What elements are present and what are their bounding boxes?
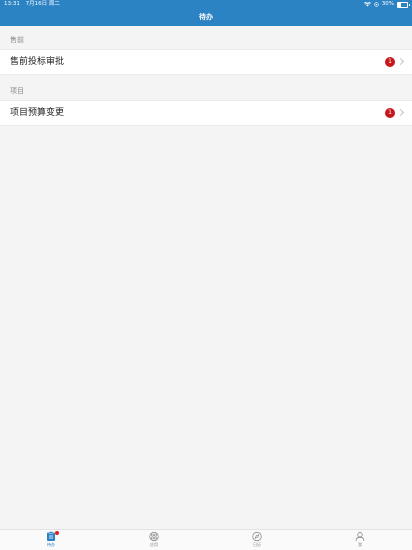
battery-icon xyxy=(397,1,410,8)
battery-percent: 30% xyxy=(381,1,394,7)
tab-bar: 待办 应用 日历 我 xyxy=(0,529,412,550)
list-item-project-budget-change[interactable]: 项目预算变更 1 xyxy=(0,100,412,126)
tab-label: 我 xyxy=(358,542,362,547)
chevron-right-icon xyxy=(396,108,405,117)
rotation-lock-icon xyxy=(374,2,379,7)
status-left: 13:31 7月16日 周二 xyxy=(4,0,64,9)
count-badge: 1 xyxy=(385,108,395,118)
notification-dot xyxy=(55,531,59,535)
compass-icon xyxy=(252,531,262,542)
status-bar: 13:31 7月16日 周二 30% xyxy=(0,0,412,10)
apps-icon xyxy=(149,531,159,542)
section-label-presales: 售前 xyxy=(10,36,24,44)
page-title: 待办 xyxy=(199,13,213,21)
tab-label: 日历 xyxy=(253,542,261,547)
status-date: 7月16日 周二 xyxy=(25,1,60,7)
list-item-label: 项目预算变更 xyxy=(10,108,65,118)
person-icon xyxy=(355,532,365,542)
tab-calendar[interactable]: 日历 xyxy=(237,531,277,550)
section-label-project: 项目 xyxy=(10,87,24,95)
page: 13:31 7月16日 周二 30% 待办 售前 售前投标审批 1 项目 项目预… xyxy=(0,0,412,550)
header: 13:31 7月16日 周二 30% 待办 xyxy=(0,0,412,26)
status-right: 30% xyxy=(363,0,410,9)
chevron-right-icon xyxy=(396,57,405,66)
tab-apps[interactable]: 应用 xyxy=(134,531,174,550)
list-item-presales-bid-approval[interactable]: 售前投标审批 1 xyxy=(0,49,412,75)
tab-me[interactable]: 我 xyxy=(340,531,380,550)
tab-todo[interactable]: 待办 xyxy=(31,531,71,550)
tab-label: 应用 xyxy=(150,542,158,547)
status-time: 13:31 xyxy=(4,1,20,7)
count-badge: 1 xyxy=(385,57,395,67)
wifi-icon xyxy=(363,2,371,7)
tab-label: 待办 xyxy=(47,542,55,547)
list-item-label: 售前投标审批 xyxy=(10,57,65,67)
